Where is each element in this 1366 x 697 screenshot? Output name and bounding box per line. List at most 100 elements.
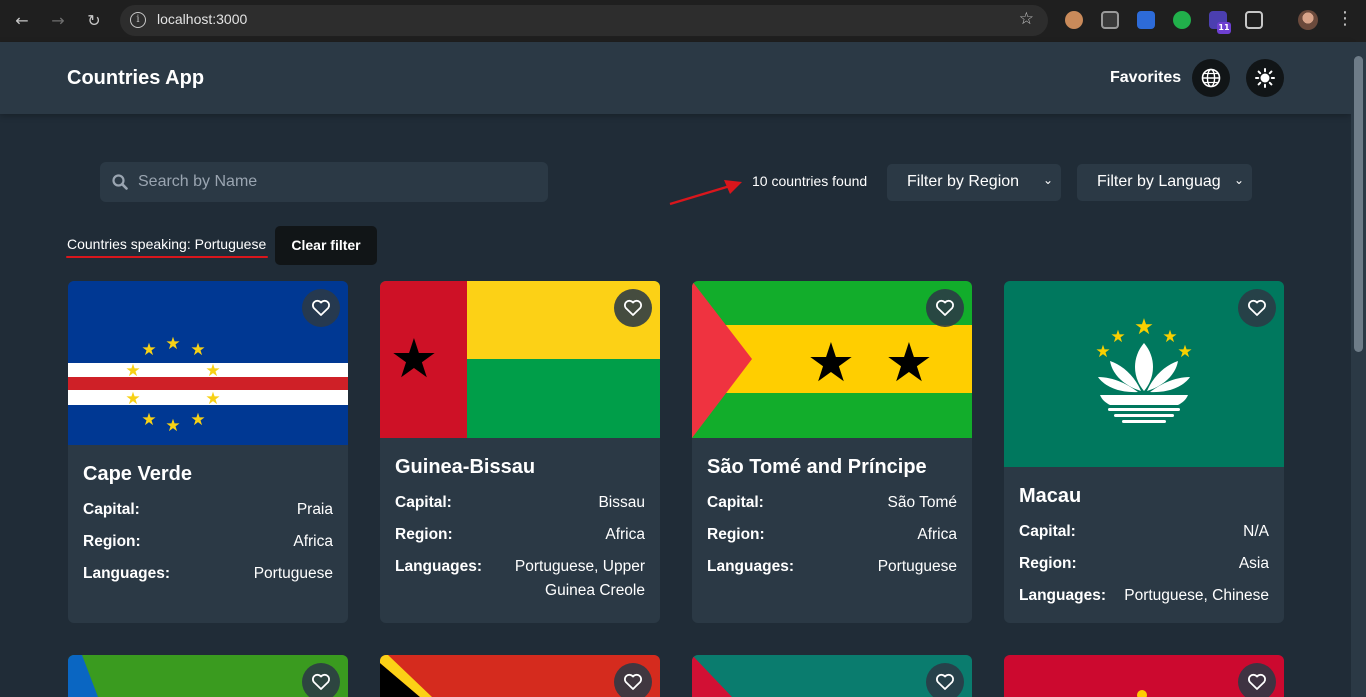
languages-label: Languages: xyxy=(707,558,794,575)
favorite-button[interactable] xyxy=(614,289,652,327)
chevron-down-icon: ⌄ xyxy=(1233,173,1244,187)
favorite-button[interactable] xyxy=(302,663,340,697)
search-box[interactable] xyxy=(100,162,548,202)
languages-label: Languages: xyxy=(1019,587,1106,604)
scrollbar-thumb[interactable] xyxy=(1354,56,1363,352)
languages-value: Portuguese, Upper Guinea Creole xyxy=(514,558,645,599)
languages-label: Languages: xyxy=(395,558,482,575)
svg-text:★: ★ xyxy=(190,340,205,360)
annotation-underline xyxy=(66,256,268,258)
profile-avatar[interactable] xyxy=(1298,10,1318,30)
region-select-value: Filter by Region xyxy=(907,173,1020,190)
svg-text:★: ★ xyxy=(205,389,220,409)
bookmark-star-icon[interactable]: ☆ xyxy=(1019,9,1034,29)
country-card[interactable]: ★ ★ São Tomé and Príncipe Capital: São To… xyxy=(692,281,972,623)
favorite-button[interactable] xyxy=(926,289,964,327)
country-name: Macau xyxy=(1019,485,1082,507)
capital-label: Capital: xyxy=(83,501,140,518)
country-card[interactable]: ★ ★ ★ ★ ★ Macau Capital: N/A Region: Asia La… xyxy=(1004,281,1284,623)
svg-text:★: ★ xyxy=(1134,315,1154,340)
bitwarden-extension-icon[interactable] xyxy=(1137,11,1155,29)
region-label: Region: xyxy=(83,533,141,550)
capital-label: Capital: xyxy=(395,494,452,511)
svg-text:★: ★ xyxy=(1162,327,1177,347)
site-info-icon[interactable]: i xyxy=(130,12,146,28)
region-label: Region: xyxy=(395,526,453,543)
svg-text:★: ★ xyxy=(125,389,140,409)
favorite-button[interactable] xyxy=(1238,289,1276,327)
url-text: localhost:3000 xyxy=(157,11,248,27)
chevron-down-icon: ⌄ xyxy=(1042,173,1053,187)
capital-value: N/A xyxy=(1243,523,1269,540)
region-select[interactable]: Filter by Region ⌄ xyxy=(887,164,1061,201)
svg-text:★: ★ xyxy=(165,416,180,436)
svg-text:★: ★ xyxy=(390,327,438,390)
svg-text:★: ★ xyxy=(125,361,140,381)
svg-text:★: ★ xyxy=(807,331,855,394)
card-body: Macau Capital: N/A Region: Asia Languages:… xyxy=(1019,485,1269,616)
region-value: Asia xyxy=(1238,555,1269,572)
favorites-link[interactable]: Favorites xyxy=(1110,69,1181,87)
extension-avatar-icon[interactable] xyxy=(1065,11,1083,29)
heart-icon xyxy=(624,299,642,316)
add-extension-icon[interactable] xyxy=(1173,11,1191,29)
forward-icon[interactable]: → xyxy=(47,10,69,32)
country-name: São Tomé and Príncipe xyxy=(707,456,927,478)
svg-text:★: ★ xyxy=(141,410,156,430)
country-card[interactable] xyxy=(68,655,348,697)
languages-value: Portuguese, Chinese xyxy=(1124,587,1269,604)
heart-icon xyxy=(1248,299,1266,316)
language-select[interactable]: Filter by Languag ⌄ xyxy=(1077,164,1252,201)
heart-icon xyxy=(936,673,954,690)
card-body: Guinea-Bissau Capital: Bissau Region: Afri… xyxy=(395,456,645,611)
region-value: Africa xyxy=(293,533,333,550)
extension-badge: 11 xyxy=(1217,22,1231,34)
sun-icon xyxy=(1255,68,1275,88)
favorite-button[interactable] xyxy=(1238,663,1276,697)
heart-icon xyxy=(312,299,330,316)
country-name: Cape Verde xyxy=(83,463,192,485)
capital-value: São Tomé xyxy=(887,494,957,511)
browser-toolbar: ← → ↻ i localhost:3000 ☆ 11 ⋮ xyxy=(0,0,1366,42)
region-value: Africa xyxy=(917,526,957,543)
svg-text:★: ★ xyxy=(1110,327,1125,347)
heart-icon xyxy=(624,673,642,690)
favorite-button[interactable] xyxy=(302,289,340,327)
languages-label: Languages: xyxy=(83,565,170,582)
country-card[interactable] xyxy=(692,655,972,697)
country-card[interactable]: ★ ★ ★ ★ ★ ★ ★ ★ ★ ★ Cape Verde Capital: Praia R… xyxy=(68,281,348,623)
address-bar[interactable]: i localhost:3000 ☆ xyxy=(120,5,1048,36)
annotation-arrow xyxy=(669,180,742,206)
puzzle-extensions-icon[interactable] xyxy=(1245,11,1263,29)
browser-menu-icon[interactable]: ⋮ xyxy=(1336,8,1354,29)
page-scrollbar[interactable] xyxy=(1351,42,1366,697)
capital-value: Praia xyxy=(296,501,333,518)
active-filter-text: Countries speaking: Portuguese xyxy=(67,236,267,252)
clear-filter-button[interactable]: Clear filter xyxy=(275,226,377,265)
country-card[interactable]: ★ Guinea-Bissau Capital: Bissau Region: Af… xyxy=(380,281,660,623)
region-value: Africa xyxy=(605,526,645,543)
countries-count: 10 countries found xyxy=(752,173,868,189)
languages-value: Portuguese xyxy=(253,565,333,582)
app-title[interactable]: Countries App xyxy=(67,67,204,90)
language-select-value: Filter by Languag xyxy=(1097,173,1221,190)
svg-text:★: ★ xyxy=(141,340,156,360)
country-card[interactable] xyxy=(380,655,660,697)
language-button[interactable] xyxy=(1192,59,1230,97)
theme-toggle-button[interactable] xyxy=(1246,59,1284,97)
card-body: São Tomé and Príncipe Capital: São Tomé R… xyxy=(707,456,957,587)
search-icon xyxy=(112,174,128,190)
app-header: Countries App Favorites xyxy=(0,42,1351,114)
svg-text:★: ★ xyxy=(1095,342,1110,362)
globe-icon xyxy=(1201,68,1221,88)
favorite-button[interactable] xyxy=(926,663,964,697)
favorite-button[interactable] xyxy=(614,663,652,697)
capital-label: Capital: xyxy=(1019,523,1076,540)
back-icon[interactable]: ← xyxy=(11,10,33,32)
country-card[interactable] xyxy=(1004,655,1284,697)
svg-text:★: ★ xyxy=(190,410,205,430)
screenshot-extension-icon[interactable] xyxy=(1101,11,1119,29)
reload-icon[interactable]: ↻ xyxy=(83,10,105,32)
search-input[interactable] xyxy=(138,162,538,202)
heart-icon xyxy=(936,299,954,316)
